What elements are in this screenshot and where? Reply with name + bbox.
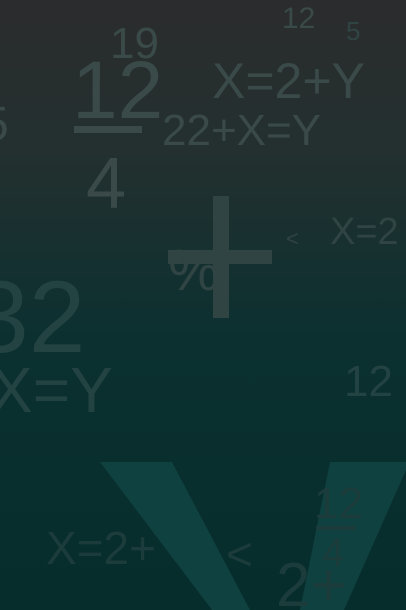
glyph-12c: 12	[344, 357, 393, 406]
glyph-x2-right: X=2	[330, 211, 399, 253]
glyph-5: 5	[346, 16, 360, 46]
glyph-x2-bottom: X=2+	[46, 522, 156, 574]
glyph-percent: %	[168, 238, 220, 303]
math-background-art: 19 12 5 X=2+Y 12 4 22+X=Y 5 % < X=2 32 X…	[0, 2, 406, 610]
glyph-xy: X=Y	[0, 354, 113, 426]
glyph-4b: 4	[322, 531, 344, 575]
glyph-4: 4	[86, 144, 126, 224]
glyph-left-5: 5	[0, 98, 9, 151]
glyph-12b: 12	[72, 45, 163, 136]
fraction-bar-bottom	[316, 526, 356, 530]
glyph-lt-bottom: <	[226, 528, 253, 580]
glyph-12a: 12	[282, 2, 315, 35]
glyph-lt: <	[286, 226, 299, 251]
glyph-x2y: X=2+Y	[212, 53, 365, 109]
glyph-12d: 12	[314, 479, 363, 528]
glyph-22xy: 22+X=Y	[162, 106, 321, 155]
fraction-bar	[74, 126, 142, 133]
